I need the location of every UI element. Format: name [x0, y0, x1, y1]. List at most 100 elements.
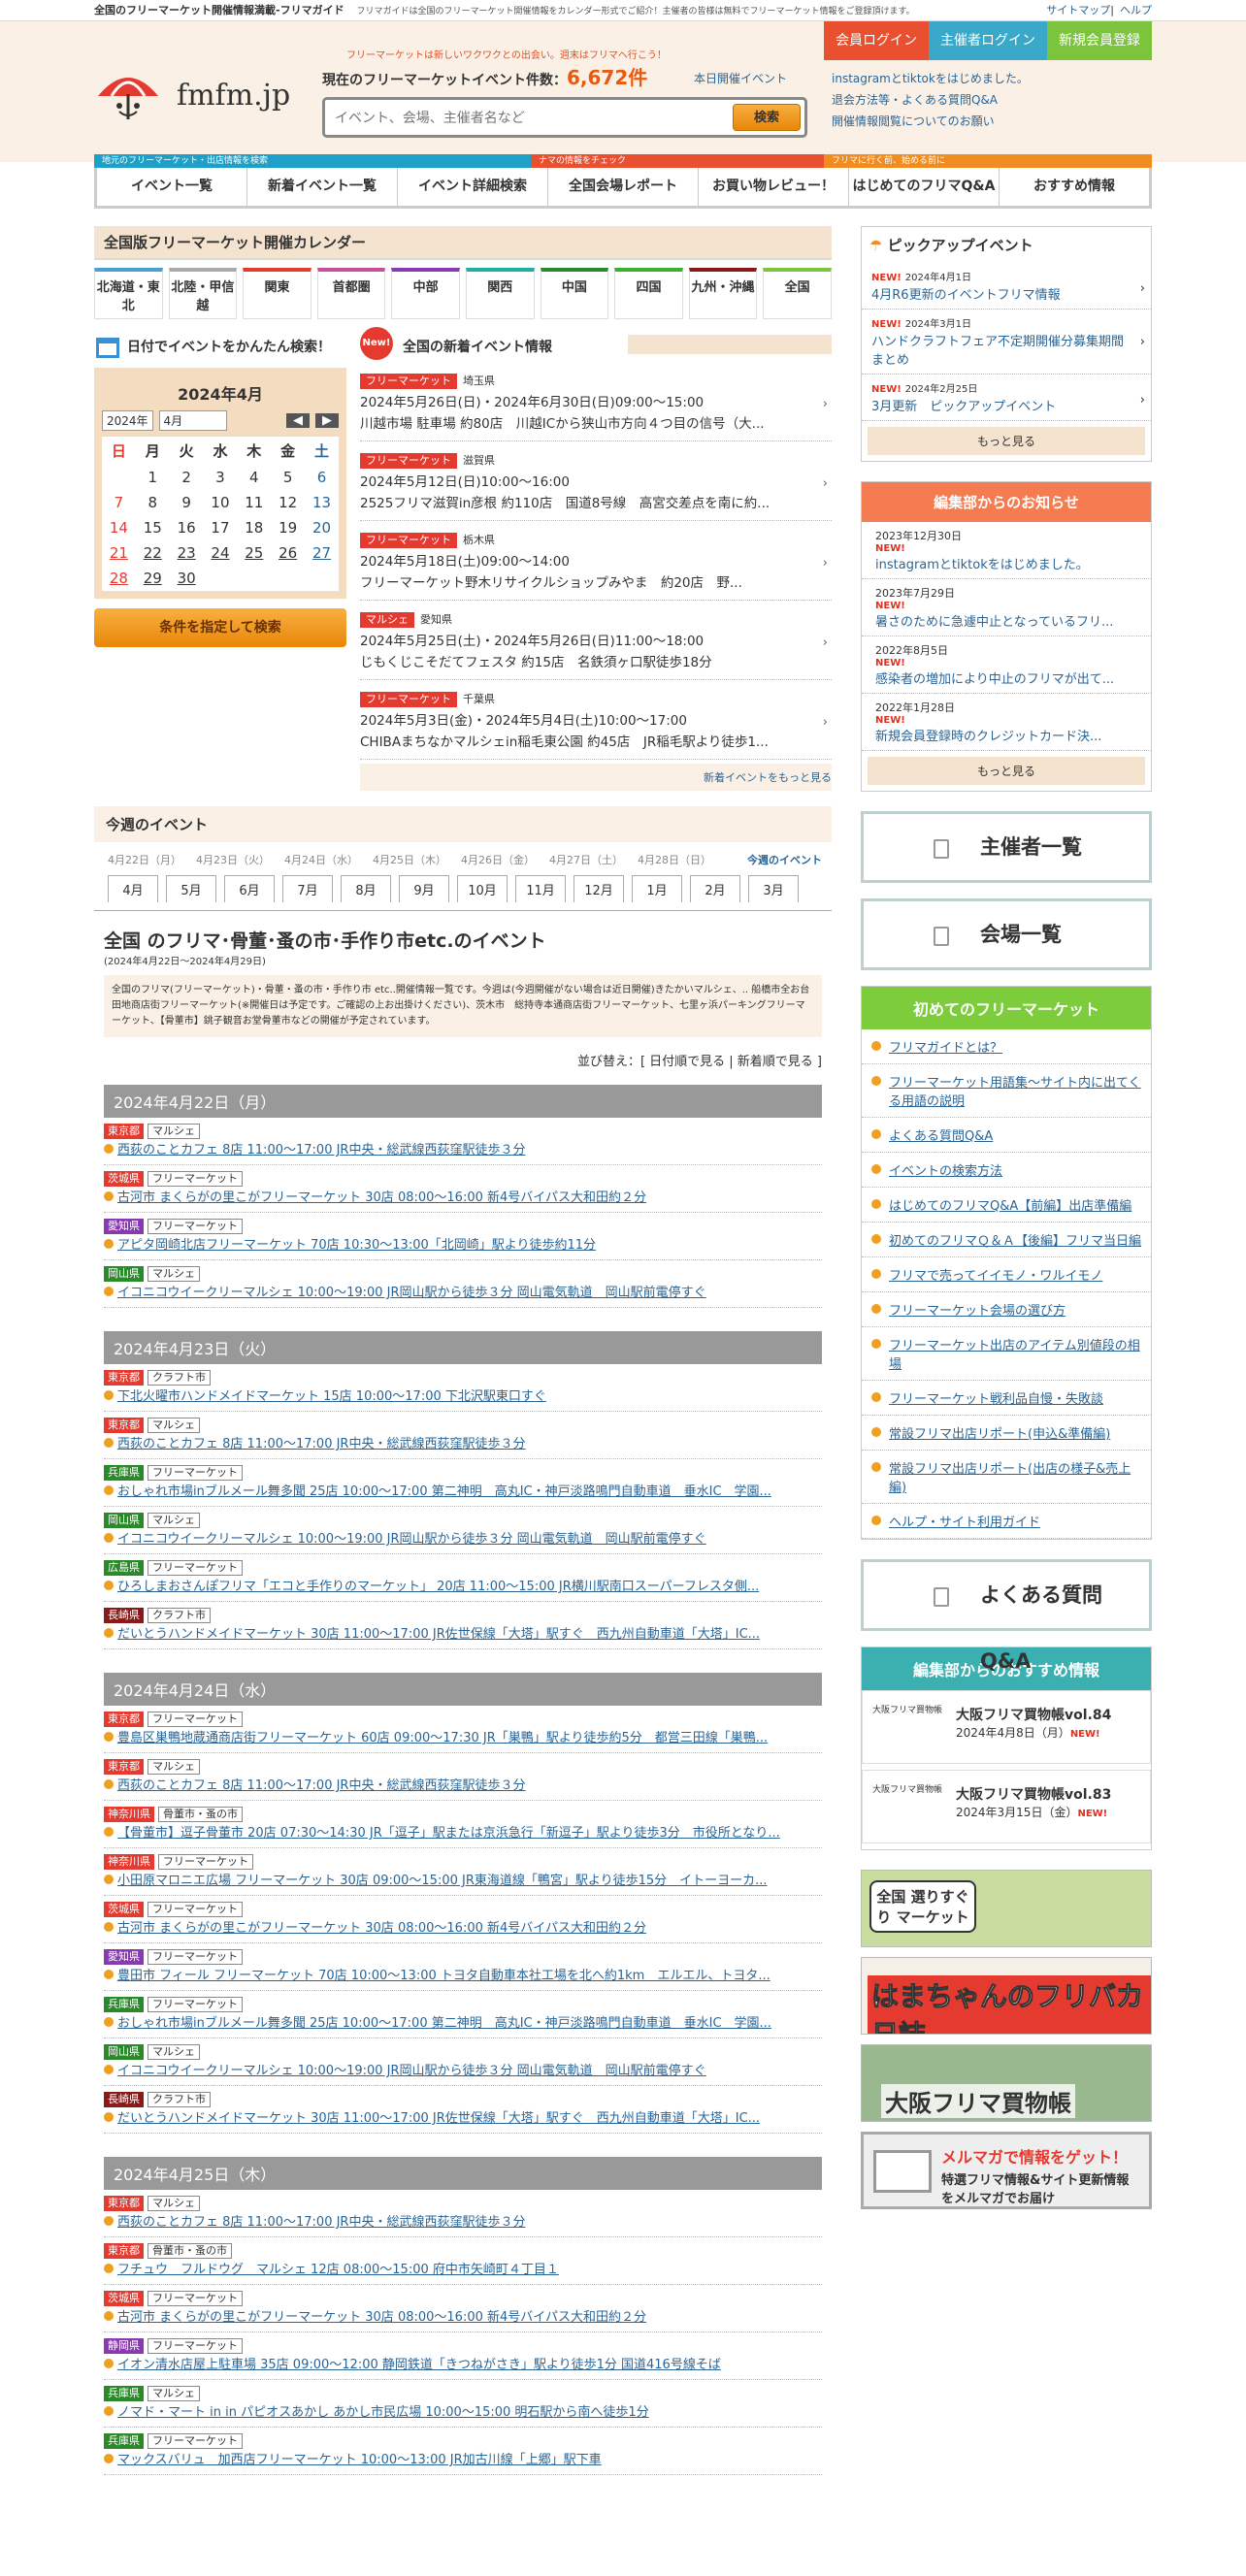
- month-tab[interactable]: 4月: [108, 875, 158, 902]
- event-row[interactable]: 神奈川県 骨董市・蚤の市 【骨董市】逗子骨董市 20店 07:30～14:30 JR…: [104, 1801, 822, 1848]
- event-link[interactable]: おしゃれ市場inブルメール舞多聞 25店 10:00～17:00 第二神明 高丸…: [104, 2014, 822, 2034]
- event-row[interactable]: 兵庫県 フリーマーケット おしゃれ市場inブルメール舞多聞 25店 10:00～17…: [104, 1459, 822, 1507]
- beginner-guide-link[interactable]: フリーマーケット戦利品自慢・失敗談: [862, 1381, 1151, 1416]
- beginner-guide-link[interactable]: フリーマーケット会場の選び方: [862, 1292, 1151, 1327]
- calendar-day[interactable]: 14: [102, 515, 136, 540]
- calendar-day[interactable]: 15: [136, 515, 170, 540]
- event-row[interactable]: 岡山県 マルシェ イコニコウイークリーマルシェ 10:00～19:00 JR岡山駅か…: [104, 1260, 822, 1308]
- news-more-button[interactable]: もっと見る: [868, 757, 1145, 785]
- this-week-link[interactable]: 今週のイベント: [747, 852, 822, 867]
- banner-hamachan[interactable]: はまちゃんのフリバカ日誌: [861, 1957, 1152, 2035]
- month-select[interactable]: 4月: [158, 410, 227, 431]
- calendar-day[interactable]: 27: [305, 540, 339, 566]
- calendar-day[interactable]: 24: [204, 540, 238, 566]
- calendar-day[interactable]: 12: [271, 490, 305, 515]
- event-link[interactable]: だいとうハンドメイドマーケット 30店 11:00～17:00 JR佐世保線「大…: [104, 2109, 822, 2129]
- new-event-item[interactable]: フリーマーケット 栃木県 2024年5月18日(土)09:00～14:00 フリーマー…: [360, 521, 832, 601]
- month-tab[interactable]: 6月: [224, 875, 275, 902]
- search-input[interactable]: [325, 100, 713, 135]
- event-row[interactable]: 東京都 マルシェ 西荻のことカフェ 8店 11:00～17:00 JR中央・総武線西…: [104, 1753, 822, 1801]
- event-row[interactable]: 東京都 フリーマーケット 豊島区巣鴨地蔵通商店街フリーマーケット 60店 09:00…: [104, 1706, 822, 1753]
- faq-button[interactable]: よくある質問 Q&A: [861, 1559, 1152, 1673]
- pickup-item[interactable]: NEW! 2024年3月1日 ハンドクラフトフェア不定期開催分募集期間まとめ ›: [862, 310, 1151, 375]
- venue-list-button[interactable]: 会場一覧: [861, 898, 1152, 970]
- notice-link[interactable]: 退会方法等・よくある質問Q&A: [832, 89, 1029, 111]
- calendar-day[interactable]: 17: [204, 515, 238, 540]
- event-row[interactable]: 岡山県 マルシェ イコニコウイークリーマルシェ 10:00～19:00 JR岡山駅か…: [104, 1507, 822, 1554]
- news-item[interactable]: 2022年1月28日 NEW! 新規会員登録時のクレジットカード決...: [862, 694, 1151, 751]
- week-date[interactable]: 4月24日（水）: [284, 852, 358, 867]
- beginner-guide-link[interactable]: ヘルプ・サイト利用ガイド: [862, 1504, 1151, 1539]
- event-link[interactable]: ノマド・マート in in パピオスあかし あかし市民広場 10:00～15:0…: [104, 2403, 822, 2423]
- event-row[interactable]: 兵庫県 フリーマーケット おしゃれ市場inブルメール舞多聞 25店 10:00～17…: [104, 1991, 822, 2038]
- beginner-guide-link[interactable]: 常設フリマ出店リポート(出店の様子&売上編): [862, 1451, 1151, 1504]
- beginner-guide-link[interactable]: よくある質問Q&A: [862, 1118, 1151, 1153]
- calendar-day[interactable]: 28: [102, 566, 136, 591]
- news-item[interactable]: 2023年7月29日 NEW! 暑さのために急遽中止となっているフリ...: [862, 579, 1151, 636]
- event-link[interactable]: 西荻のことカフェ 8店 11:00～17:00 JR中央・総武線西荻窪駅徒歩３分: [104, 1435, 822, 1454]
- calendar-day[interactable]: 30: [170, 566, 204, 591]
- member-login-button[interactable]: 会員ログイン: [824, 21, 929, 60]
- help-link[interactable]: ヘルプ: [1120, 4, 1152, 16]
- new-event-item[interactable]: フリーマーケット 滋賀県 2024年5月12日(日)10:00～16:00 2525フ…: [360, 441, 832, 521]
- beginner-guide-link[interactable]: フリマで売ってイイモノ・ワルイモノ: [862, 1257, 1151, 1292]
- beginner-guide-link[interactable]: フリーマーケット出店のアイテム別値段の相場: [862, 1327, 1151, 1381]
- calendar-day[interactable]: 8: [136, 490, 170, 515]
- month-tab[interactable]: 2月: [690, 875, 740, 902]
- notice-link[interactable]: instagramとtiktokをはじめました。: [832, 68, 1029, 89]
- event-link[interactable]: だいとうハンドメイドマーケット 30店 11:00～17:00 JR佐世保線「大…: [104, 1625, 822, 1645]
- beginner-guide-link[interactable]: はじめてのフリマQ&A【前編】出店準備編: [862, 1188, 1151, 1223]
- calendar-day[interactable]: 5: [271, 465, 305, 490]
- event-row[interactable]: 岡山県 マルシェ イコニコウイークリーマルシェ 10:00～19:00 JR岡山駅か…: [104, 2038, 822, 2086]
- event-row[interactable]: 東京都 マルシェ 西荻のことカフェ 8店 11:00～17:00 JR中央・総武線西…: [104, 1412, 822, 1459]
- event-row[interactable]: 茨城県 フリーマーケット 古河市 まくらがの里こがフリーマーケット 30店 08:0…: [104, 2285, 822, 2332]
- event-link[interactable]: 西荻のことカフェ 8店 11:00～17:00 JR中央・総武線西荻窪駅徒歩３分: [104, 1777, 822, 1796]
- beginner-guide-link[interactable]: 初めてのフリマＱ＆Ａ【後編】フリマ当日編: [862, 1223, 1151, 1257]
- event-row[interactable]: 茨城県 フリーマーケット 古河市 まくらがの里こがフリーマーケット 30店 08:0…: [104, 1165, 822, 1213]
- week-date[interactable]: 4月25日（木）: [373, 852, 446, 867]
- month-tab[interactable]: 12月: [574, 875, 624, 902]
- week-date[interactable]: 4月27日（土）: [549, 852, 623, 867]
- event-link[interactable]: 【骨董市】逗子骨董市 20店 07:30～14:30 JR「逗子」駅または京浜急…: [104, 1824, 822, 1843]
- region-tab[interactable]: 中部: [391, 268, 460, 319]
- event-link[interactable]: アピタ岡崎北店フリーマーケット 70店 10:30～13:00「北岡崎」駅より徒…: [104, 1236, 822, 1255]
- more-new-events-link[interactable]: 新着イベントをもっと見る: [704, 771, 832, 784]
- news-item[interactable]: 2023年12月30日 NEW! instagramとtiktokをはじめました。: [862, 522, 1151, 579]
- notice-link[interactable]: 開催情報閲覧についてのお願い: [832, 111, 1029, 132]
- nav-item-venue-report[interactable]: 全国会場レポート: [548, 168, 699, 206]
- site-logo[interactable]: fmfm.jp: [94, 65, 298, 123]
- event-link[interactable]: イオン清水店屋上駐車場 35店 09:00～12:00 静岡鉄道「きつねがさき」…: [104, 2356, 822, 2375]
- month-tab[interactable]: 8月: [341, 875, 391, 902]
- nav-item-recommend[interactable]: おすすめ情報: [1000, 168, 1149, 206]
- event-link[interactable]: 下北火曜市ハンドメイドマーケット 15店 10:00～17:00 下北沢駅東口す…: [104, 1387, 822, 1407]
- calendar-day[interactable]: 4: [237, 465, 271, 490]
- banner-osaka[interactable]: 大阪フリマ買物帳: [861, 2044, 1152, 2122]
- event-row[interactable]: 広島県 フリーマーケット ひろしまおさんぽフリマ「エコと手作りのマーケット」 20店…: [104, 1554, 822, 1602]
- event-link[interactable]: イコニコウイークリーマルシェ 10:00～19:00 JR岡山駅から徒歩３分 岡…: [104, 2062, 822, 2081]
- event-row[interactable]: 東京都 マルシェ 西荻のことカフェ 8店 11:00～17:00 JR中央・総武線西…: [104, 2190, 822, 2237]
- calendar-day[interactable]: 2: [170, 465, 204, 490]
- calendar-day[interactable]: 16: [170, 515, 204, 540]
- week-date[interactable]: 4月26日（金）: [461, 852, 535, 867]
- event-link[interactable]: 古河市 まくらがの里こがフリーマーケット 30店 08:00～16:00 新4号…: [104, 1189, 822, 1208]
- event-row[interactable]: 愛知県 フリーマーケット 豊田市 フィール フリーマーケット 70店 10:00～1…: [104, 1943, 822, 1991]
- calendar-day[interactable]: 19: [271, 515, 305, 540]
- region-tab[interactable]: 四国: [614, 268, 683, 319]
- event-link[interactable]: イコニコウイークリーマルシェ 10:00～19:00 JR岡山駅から徒歩３分 岡…: [104, 1284, 822, 1303]
- pickup-item[interactable]: NEW! 2024年2月25日 3月更新 ピックアップイベント ›: [862, 375, 1151, 421]
- month-tab[interactable]: 9月: [399, 875, 449, 902]
- new-event-item[interactable]: フリーマーケット 埼玉県 2024年5月26日(日)・2024年6月30日(日)09…: [360, 362, 832, 441]
- event-link[interactable]: 小田原マロニエ広場 フリーマーケット 30店 09:00～15:00 JR東海道…: [104, 1872, 822, 1891]
- calendar-day[interactable]: 29: [136, 566, 170, 591]
- condition-search-button[interactable]: 条件を指定して検索: [94, 608, 346, 647]
- organizer-login-button[interactable]: 主催者ログイン: [929, 21, 1047, 60]
- region-tab[interactable]: 北海道・東北: [94, 268, 163, 319]
- beginner-guide-link[interactable]: フリマガイドとは？: [862, 1029, 1151, 1064]
- event-row[interactable]: 東京都 骨董市・蚤の市 フチュウ フルドウグ マルシェ 12店 08:00～15:0…: [104, 2237, 822, 2285]
- calendar-day[interactable]: 25: [237, 540, 271, 566]
- calendar-day[interactable]: 18: [237, 515, 271, 540]
- recommend-item[interactable]: 大阪フリマ買物帳 大阪フリマ買物帳vol.84 2024年4月8日（月）NEW!: [862, 1690, 1151, 1764]
- event-link[interactable]: 西荻のことカフェ 8店 11:00～17:00 JR中央・総武線西荻窪駅徒歩３分: [104, 2213, 822, 2233]
- new-event-item[interactable]: フリーマーケット 千葉県 2024年5月3日(金)・2024年5月4日(土)10:0…: [360, 680, 832, 760]
- nav-item-event-list[interactable]: イベント一覧: [97, 168, 247, 206]
